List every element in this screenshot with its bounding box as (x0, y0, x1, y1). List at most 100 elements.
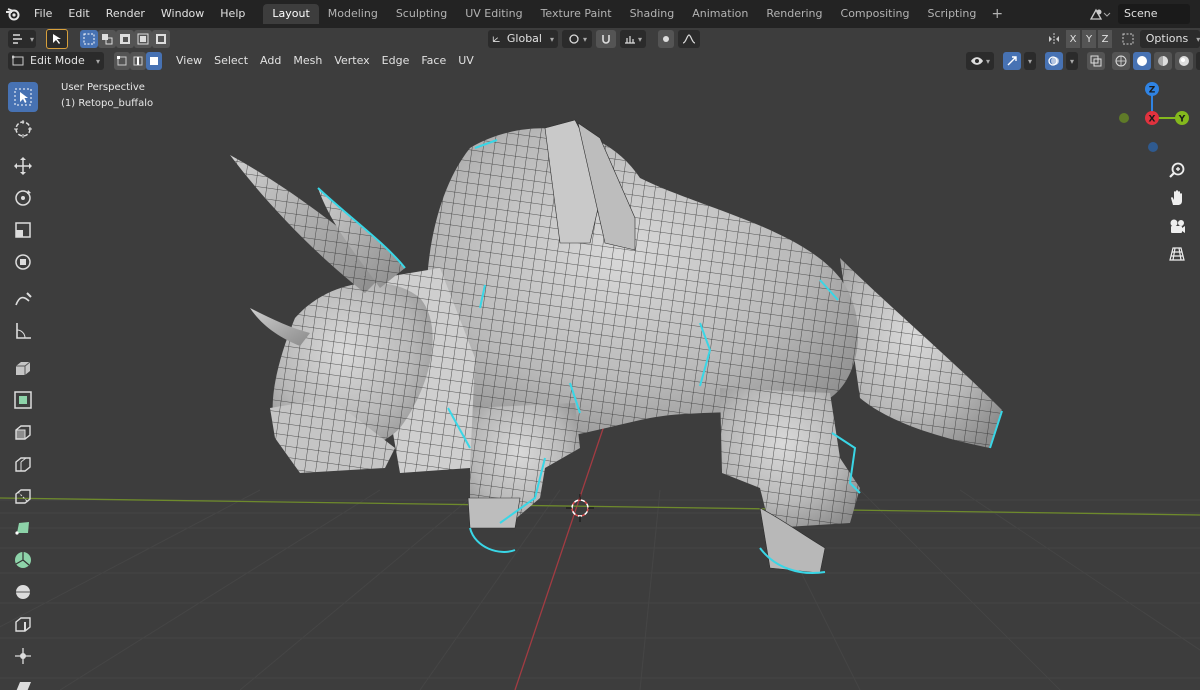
3d-viewport[interactable]: ▾ Global ▾ ▾ ▾ X Y Z Options ▾ Edit Mode… (0, 28, 1200, 690)
tab-shading[interactable]: Shading (621, 4, 684, 24)
menu-render[interactable]: Render (98, 0, 153, 28)
select-mode-new-icon[interactable] (80, 30, 98, 48)
mirror-y-toggle[interactable]: Y (1082, 30, 1096, 48)
tool-spin-icon[interactable] (8, 545, 38, 575)
overlays-dropdown[interactable]: ▾ (1066, 52, 1078, 70)
shading-wireframe-icon[interactable] (1112, 52, 1130, 70)
menu-edit[interactable]: Edit (60, 0, 97, 28)
tool-scale-icon[interactable] (8, 215, 38, 245)
tool-extrude-icon[interactable] (8, 353, 38, 383)
menu-window[interactable]: Window (153, 0, 212, 28)
tool-bevel-icon[interactable] (8, 417, 38, 447)
shading-dropdown[interactable]: ▾ (1196, 52, 1200, 70)
scene-name-field[interactable]: Scene (1118, 4, 1190, 24)
gizmo-neg-z (1148, 142, 1158, 152)
mirror-z-toggle[interactable]: Z (1098, 30, 1112, 48)
tool-shelf (8, 82, 42, 690)
tab-compositing[interactable]: Compositing (832, 4, 919, 24)
shading-solid-icon[interactable] (1133, 52, 1151, 70)
xray-toggle-icon[interactable] (1087, 52, 1105, 70)
menu-mesh[interactable]: Mesh (287, 52, 328, 70)
scene-icon[interactable] (1086, 4, 1114, 24)
add-workspace-button[interactable]: + (985, 4, 1009, 24)
tool-poly-build-icon[interactable] (8, 513, 38, 543)
viewport-header-menus: Edit Mode ▾ View Select Add Mesh Vertex E… (0, 50, 1200, 72)
snap-pivot-icon[interactable]: ▾ (562, 30, 592, 48)
3d-cursor-icon[interactable] (566, 494, 594, 522)
select-mode-invert-icon[interactable] (152, 30, 170, 48)
tool-transform-icon[interactable] (8, 247, 38, 277)
pan-hand-icon[interactable] (1162, 184, 1192, 212)
tool-knife-icon[interactable] (8, 481, 38, 511)
mirror-x-toggle[interactable]: X (1066, 30, 1080, 48)
shading-material-icon[interactable] (1154, 52, 1172, 70)
mode-dropdown[interactable]: Edit Mode ▾ (8, 52, 104, 70)
retopo-buffalo-mesh[interactable] (230, 119, 1003, 574)
viewport-scene (0, 119, 1200, 690)
snap-target-icon[interactable]: ▾ (620, 30, 646, 48)
auto-merge-icon[interactable] (1118, 30, 1138, 48)
scene-selector: Scene (1086, 4, 1190, 24)
transform-orientation: Global ▾ ▾ ▾ (488, 30, 700, 48)
overlays-toggle-icon[interactable] (1045, 52, 1063, 70)
edge-select-icon[interactable] (130, 52, 146, 70)
select-mode-intersect-icon[interactable] (134, 30, 152, 48)
tool-smooth-icon[interactable] (8, 577, 38, 607)
navigation-gizmo[interactable]: Z Y X (1112, 80, 1194, 156)
tab-layout[interactable]: Layout (263, 4, 319, 24)
menu-help[interactable]: Help (212, 0, 253, 28)
viewport-menus: View Select Add Mesh Vertex Edge Face UV (170, 52, 480, 70)
menu-select[interactable]: Select (208, 52, 254, 70)
orientation-dropdown[interactable]: Global ▾ (488, 30, 558, 48)
gizmo-x-label: X (1149, 115, 1156, 125)
select-mode-subtract-icon[interactable] (116, 30, 134, 48)
tab-sculpting[interactable]: Sculpting (387, 4, 456, 24)
tool-inset-icon[interactable] (8, 385, 38, 415)
snap-toggle-icon[interactable] (596, 30, 616, 48)
tab-animation[interactable]: Animation (683, 4, 757, 24)
active-object-label: (1) Retopo_buffalo (61, 98, 154, 109)
tool-select-box-icon[interactable] (8, 82, 38, 112)
menu-uv[interactable]: UV (452, 52, 480, 70)
gizmo-dropdown[interactable]: ▾ (1024, 52, 1036, 70)
tool-measure-icon[interactable] (8, 316, 38, 346)
floor-grid (0, 489, 1200, 690)
menu-file[interactable]: File (26, 0, 60, 28)
tool-shrink-fatten-icon[interactable] (8, 641, 38, 671)
options-dropdown[interactable]: Options ▾ (1140, 30, 1200, 48)
zoom-icon[interactable] (1162, 156, 1192, 184)
proportional-edit-icon[interactable] (658, 30, 674, 48)
tool-loop-cut-icon[interactable] (8, 449, 38, 479)
menu-view[interactable]: View (170, 52, 208, 70)
face-select-icon[interactable] (146, 52, 162, 70)
tab-rendering[interactable]: Rendering (757, 4, 831, 24)
tab-scripting[interactable]: Scripting (918, 4, 985, 24)
tool-annotate-icon[interactable] (8, 284, 38, 314)
menu-add[interactable]: Add (254, 52, 287, 70)
proportional-falloff-icon[interactable] (678, 30, 700, 48)
gizmo-toggle-icon[interactable] (1003, 52, 1021, 70)
shading-rendered-icon[interactable] (1175, 52, 1193, 70)
transform-pivot-icon[interactable]: ▾ (8, 30, 36, 48)
menu-edge[interactable]: Edge (376, 52, 416, 70)
visibility-eye-icon[interactable]: ▾ (966, 52, 994, 70)
select-box-tool-icon[interactable] (46, 29, 68, 49)
tab-modeling[interactable]: Modeling (319, 4, 387, 24)
blender-logo-icon[interactable] (0, 0, 26, 28)
tool-cursor-icon[interactable] (8, 114, 38, 144)
menu-vertex[interactable]: Vertex (328, 52, 375, 70)
tool-rotate-icon[interactable] (8, 183, 38, 213)
vertex-select-icon[interactable] (114, 52, 130, 70)
camera-view-icon[interactable] (1162, 212, 1192, 240)
mirror-icon (1044, 30, 1064, 48)
tool-shear-icon[interactable] (8, 673, 38, 690)
y-axis-line (0, 497, 1200, 516)
tab-texture-paint[interactable]: Texture Paint (532, 4, 621, 24)
perspective-toggle-icon[interactable] (1162, 240, 1192, 268)
tool-move-icon[interactable] (8, 151, 38, 181)
menu-face[interactable]: Face (415, 52, 452, 70)
tool-edge-slide-icon[interactable] (8, 609, 38, 639)
viewport-display-controls: ▾ ▾ ▾ ▾ (966, 52, 1200, 70)
select-mode-extend-icon[interactable] (98, 30, 116, 48)
tab-uv-editing[interactable]: UV Editing (456, 4, 531, 24)
